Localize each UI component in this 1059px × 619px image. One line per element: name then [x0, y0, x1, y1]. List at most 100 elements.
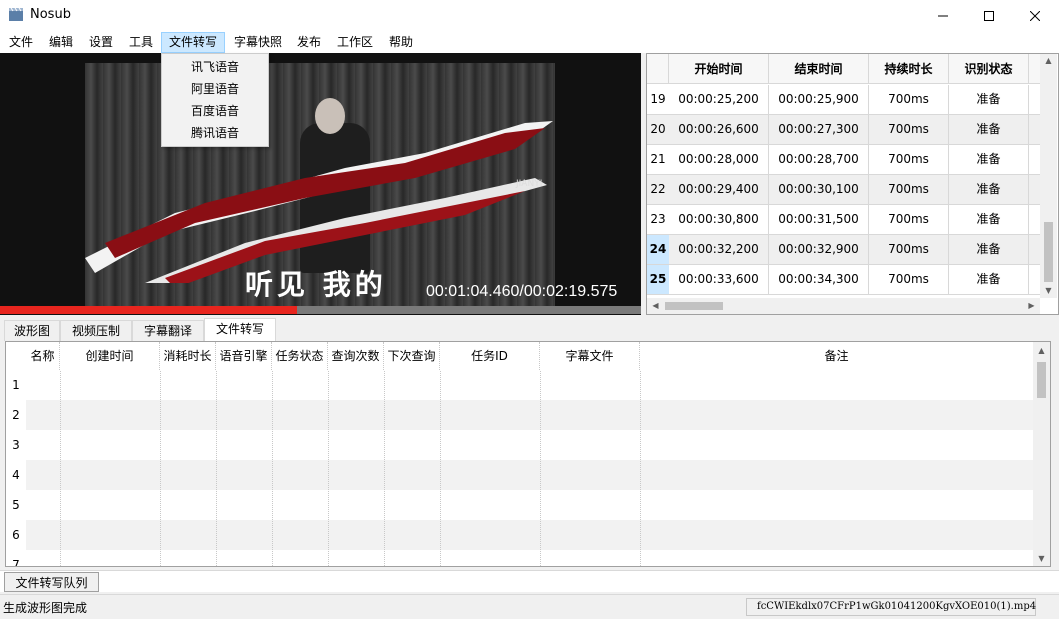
- menu-publish[interactable]: 发布: [292, 32, 326, 53]
- cell-duration[interactable]: 700ms: [869, 235, 949, 264]
- cell-duration[interactable]: 700ms: [869, 175, 949, 204]
- menu-subtitle-snapshot[interactable]: 字幕快照: [229, 32, 287, 53]
- hscroll-thumb[interactable]: [665, 302, 723, 310]
- menu-xunfei-voice[interactable]: 讯飞语音: [162, 57, 268, 78]
- video-progress-bar[interactable]: [0, 306, 641, 314]
- table-row[interactable]: 24 00:00:32,200 00:00:32,900 700ms 准备: [647, 235, 1040, 265]
- table-row[interactable]: 21 00:00:28,000 00:00:28,700 700ms 准备: [647, 145, 1040, 175]
- cell-end-time[interactable]: 00:00:34,300: [769, 265, 869, 294]
- row-number[interactable]: 19: [647, 85, 669, 114]
- col-engine[interactable]: 语音引擎: [216, 342, 272, 370]
- cell-duration[interactable]: 700ms: [869, 115, 949, 144]
- menu-workspace[interactable]: 工作区: [332, 32, 378, 53]
- col-duration[interactable]: 持续时长: [869, 54, 949, 84]
- cell-duration[interactable]: 700ms: [869, 205, 949, 234]
- menu-tencent-voice[interactable]: 腾讯语音: [162, 123, 268, 144]
- cell-start-time[interactable]: 00:00:28,000: [669, 145, 769, 174]
- col-created-time[interactable]: 创建时间: [60, 342, 160, 370]
- close-button[interactable]: [1012, 0, 1058, 31]
- cell-duration[interactable]: 700ms: [869, 265, 949, 294]
- cell-start-time[interactable]: 00:00:29,400: [669, 175, 769, 204]
- row-number[interactable]: 24: [647, 235, 669, 264]
- scroll-up-icon[interactable]: ▲: [1033, 346, 1050, 355]
- cell-start-time[interactable]: 00:00:32,200: [669, 235, 769, 264]
- scroll-down-icon[interactable]: ▼: [1040, 286, 1057, 295]
- row-number[interactable]: 20: [647, 115, 669, 144]
- row-number[interactable]: 4: [6, 460, 26, 490]
- cell-start-time[interactable]: 00:00:25,200: [669, 85, 769, 114]
- scroll-right-icon[interactable]: ▶: [1023, 301, 1040, 310]
- cell-status[interactable]: 准备: [949, 235, 1029, 264]
- cell-end-time[interactable]: 00:00:27,300: [769, 115, 869, 144]
- row-number[interactable]: 21: [647, 145, 669, 174]
- cell-end-time[interactable]: 00:00:32,900: [769, 235, 869, 264]
- col-notes[interactable]: 备注: [640, 342, 1033, 370]
- cell-status[interactable]: 准备: [949, 205, 1029, 234]
- row-number[interactable]: 22: [647, 175, 669, 204]
- cell-end-time[interactable]: 00:00:31,500: [769, 205, 869, 234]
- col-divider: [640, 342, 641, 566]
- cell-start-time[interactable]: 00:00:26,600: [669, 115, 769, 144]
- cell-status[interactable]: 准备: [949, 115, 1029, 144]
- tab-subtitle-translate[interactable]: 字幕翻译: [132, 320, 204, 341]
- menu-edit[interactable]: 编辑: [44, 32, 78, 53]
- scroll-thumb[interactable]: [1037, 362, 1046, 398]
- table-row[interactable]: 22 00:00:29,400 00:00:30,100 700ms 准备: [647, 175, 1040, 205]
- cell-status[interactable]: 准备: [949, 265, 1029, 294]
- scroll-left-icon[interactable]: ◀: [647, 301, 664, 310]
- row-number[interactable]: 23: [647, 205, 669, 234]
- menu-baidu-voice[interactable]: 百度语音: [162, 101, 268, 122]
- tab-transcribe-queue[interactable]: 文件转写队列: [4, 572, 99, 592]
- cell-duration[interactable]: 700ms: [869, 85, 949, 114]
- cell-end-time[interactable]: 00:00:28,700: [769, 145, 869, 174]
- cell-status[interactable]: 准备: [949, 145, 1029, 174]
- table-row[interactable]: 25 00:00:33,600 00:00:34,300 700ms 准备: [647, 265, 1040, 295]
- cell-start-time[interactable]: 00:00:30,800: [669, 205, 769, 234]
- table-row[interactable]: 19 00:00:25,200 00:00:25,900 700ms 准备: [647, 85, 1040, 115]
- table-row[interactable]: 23 00:00:30,800 00:00:31,500 700ms 准备: [647, 205, 1040, 235]
- table-row[interactable]: 20 00:00:26,600 00:00:27,300 700ms 准备: [647, 115, 1040, 145]
- cell-start-time[interactable]: 00:00:33,600: [669, 265, 769, 294]
- scroll-thumb[interactable]: [1044, 222, 1053, 282]
- menu-ali-voice[interactable]: 阿里语音: [162, 79, 268, 100]
- row-number[interactable]: 2: [6, 400, 26, 430]
- cell-status[interactable]: 准备: [949, 175, 1029, 204]
- row-number[interactable]: 1: [6, 370, 26, 400]
- col-recognition-status[interactable]: 识别状态: [949, 54, 1029, 84]
- col-query-count[interactable]: 查询次数: [328, 342, 384, 370]
- menu-help[interactable]: 帮助: [384, 32, 418, 53]
- cell-status[interactable]: 准备: [949, 85, 1029, 114]
- row-number[interactable]: 3: [6, 430, 26, 460]
- row-number[interactable]: 5: [6, 490, 26, 520]
- task-grid-vscrollbar[interactable]: ▲ ▼: [1033, 342, 1050, 566]
- row-number[interactable]: 25: [647, 265, 669, 294]
- col-task-id[interactable]: 任务ID: [440, 342, 540, 370]
- row-number[interactable]: 6: [6, 520, 26, 550]
- menu-tools[interactable]: 工具: [124, 32, 158, 53]
- col-elapsed[interactable]: 消耗时长: [160, 342, 216, 370]
- row-number[interactable]: 7: [6, 550, 26, 566]
- col-subtitle-file[interactable]: 字幕文件: [540, 342, 640, 370]
- scroll-up-icon[interactable]: ▲: [1040, 56, 1057, 65]
- tab-waveform[interactable]: 波形图: [4, 320, 60, 341]
- minimize-button[interactable]: [920, 0, 966, 31]
- tab-video-encode[interactable]: 视频压制: [60, 320, 132, 341]
- cell-duration[interactable]: 700ms: [869, 145, 949, 174]
- maximize-button[interactable]: [966, 0, 1012, 31]
- menu-file[interactable]: 文件: [4, 32, 38, 53]
- subtitle-grid-hscrollbar[interactable]: ◀ ▶: [647, 298, 1040, 314]
- scroll-down-icon[interactable]: ▼: [1033, 554, 1050, 563]
- file-transcribe-dropdown: 讯飞语音 阿里语音 百度语音 腾讯语音: [161, 53, 269, 147]
- cell-end-time[interactable]: 00:00:25,900: [769, 85, 869, 114]
- menu-settings[interactable]: 设置: [84, 32, 118, 53]
- subtitle-grid-vscrollbar[interactable]: ▲ ▼: [1040, 54, 1057, 298]
- tab-file-transcribe[interactable]: 文件转写: [204, 318, 276, 341]
- col-end-time[interactable]: 结束时间: [769, 54, 869, 84]
- col-next-query[interactable]: 下次查询: [384, 342, 440, 370]
- cell-end-time[interactable]: 00:00:30,100: [769, 175, 869, 204]
- video-player[interactable]: JIANYI 听见 我的 00:01:04.460/00:02:19.575: [0, 53, 641, 315]
- col-start-time[interactable]: 开始时间: [669, 54, 769, 84]
- menu-file-transcribe[interactable]: 文件转写: [161, 32, 225, 53]
- col-name[interactable]: 名称: [26, 342, 60, 370]
- col-task-status[interactable]: 任务状态: [272, 342, 328, 370]
